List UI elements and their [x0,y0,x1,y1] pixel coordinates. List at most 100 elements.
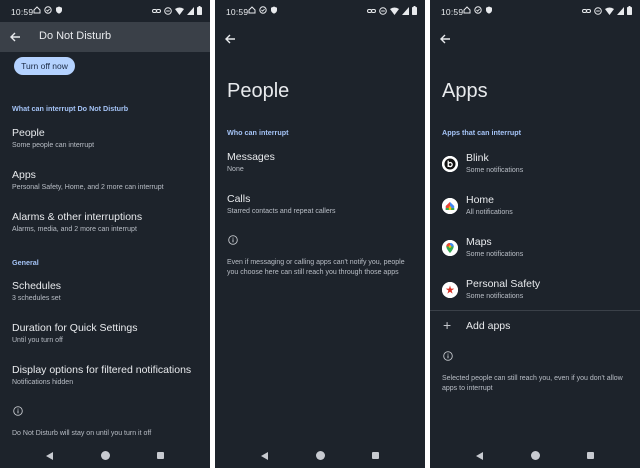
setting-title: Alarms & other interruptions [12,211,143,223]
battery-icon [627,6,632,15]
app-name: Maps [466,236,492,248]
wifi-icon [605,7,614,15]
setting-subtitle: Notifications hidden [12,379,74,386]
dnd-status-icon [164,6,172,15]
app-row-home[interactable]: Home All notifications [442,194,640,226]
app-subtitle: Some notifications [466,167,524,174]
page-title: People [227,80,290,102]
setting-title: Messages [227,151,275,163]
setting-subtitle: Starred contacts and repeat callers [227,208,336,215]
footer-text: Selected people can still reach you, eve… [442,374,623,394]
app-subtitle: All notifications [466,209,513,216]
status-time: 10:59 [11,7,34,17]
personal-safety-icon [442,282,458,298]
setting-subtitle: None [227,166,244,173]
setting-subtitle: Personal Safety, Home, and 2 more can in… [12,184,164,191]
app-name: Personal Safety [466,278,541,290]
turn-off-now-button[interactable]: Turn off now [14,57,75,75]
setting-title: Display options for filtered notificatio… [12,364,192,376]
nav-home-icon[interactable] [316,451,325,460]
divider [430,310,640,311]
nav-back-icon[interactable] [261,452,268,460]
back-arrow-icon[interactable] [439,33,451,45]
section-header-who: Who can interrupt [227,128,289,137]
nav-bar [0,448,210,464]
app-row-maps[interactable]: Maps Some notifications [442,236,640,268]
nav-recents-icon[interactable] [157,452,164,459]
nav-home-icon[interactable] [101,451,110,460]
home-icon [463,6,471,14]
setting-title: Calls [227,193,251,205]
info-icon [13,406,23,416]
blink-icon [442,156,458,172]
setting-schedules[interactable]: Schedules 3 schedules set [12,280,61,302]
home-icon [248,6,256,14]
dnd-status-icon [379,6,387,15]
signal-icon [402,6,409,15]
shield-icon [56,6,62,14]
nav-bar [430,448,640,464]
app-row-personal-safety[interactable]: Personal Safety Some notifications [442,278,640,310]
status-time: 10:59 [226,7,249,17]
setting-title: Duration for Quick Settings [12,322,138,334]
info-icon [443,351,453,361]
nav-home-icon[interactable] [531,451,540,460]
page-title: Apps [442,80,488,102]
signal-icon [187,6,194,15]
nav-back-icon[interactable] [476,452,483,460]
page-title: Do Not Disturb [39,30,112,42]
status-time: 10:59 [441,7,464,17]
setting-duration[interactable]: Duration for Quick Settings Until you tu… [12,322,137,344]
setting-title: Schedules [12,280,62,292]
app-bar: Do Not Disturb [0,22,210,52]
app-subtitle: Some notifications [466,293,524,300]
shield-icon [486,6,492,14]
footer-line: you choose here can still reach you thro… [227,269,399,276]
home-icon [33,6,41,14]
app-row-blink[interactable]: Blink Some notifications [442,152,640,184]
back-arrow-icon[interactable] [9,31,21,43]
plus-icon: + [443,317,452,333]
setting-alarms[interactable]: Alarms & other interruptions Alarms, med… [12,211,142,233]
link-icon [367,8,376,13]
shield-icon [271,6,277,14]
section-header-general: General [12,258,39,267]
google-home-icon [442,198,458,214]
section-header-apps: Apps that can interrupt [442,128,522,137]
app-subtitle: Some notifications [466,251,524,258]
status-bar: 10:59 [430,0,640,22]
nav-recents-icon[interactable] [587,452,594,459]
setting-title: Apps [12,169,36,181]
setting-messages[interactable]: Messages None [227,151,275,173]
setting-display-options[interactable]: Display options for filtered notificatio… [12,364,191,386]
apps-screen: 10:59 Apps Apps that can interrupt Blink… [430,0,640,468]
setting-people[interactable]: People Some people can interrupt [12,127,94,149]
signal-icon [617,6,624,15]
check-circle-icon [259,6,267,14]
google-maps-icon [442,240,458,256]
nav-recents-icon[interactable] [372,452,379,459]
footer-text: Even if messaging or calling apps can't … [227,258,405,278]
nav-back-icon[interactable] [46,452,53,460]
setting-title: People [12,127,45,139]
check-circle-icon [44,6,52,14]
footer-line: Selected people can still reach you, eve… [442,375,623,382]
wifi-icon [390,7,399,15]
people-screen: 10:59 People Who can interrupt Messages … [215,0,425,468]
app-name: Blink [466,152,489,164]
dnd-status-icon [594,6,602,15]
setting-apps[interactable]: Apps Personal Safety, Home, and 2 more c… [12,169,164,191]
nav-bar [215,448,425,464]
setting-subtitle: Until you turn off [12,337,63,344]
status-bar: 10:59 [0,0,210,22]
status-bar: 10:59 [215,0,425,22]
setting-subtitle: Alarms, media, and 2 more can interrupt [12,226,137,233]
setting-subtitle: Some people can interrupt [12,142,95,149]
wifi-icon [175,7,184,15]
back-arrow-icon[interactable] [224,33,236,45]
battery-icon [197,6,202,15]
footer-line: apps to interrupt [442,385,493,392]
info-icon [228,235,238,245]
dnd-screen: 10:59 Do Not Disturb Turn off now What c… [0,0,210,468]
setting-calls[interactable]: Calls Starred contacts and repeat caller… [227,193,336,215]
